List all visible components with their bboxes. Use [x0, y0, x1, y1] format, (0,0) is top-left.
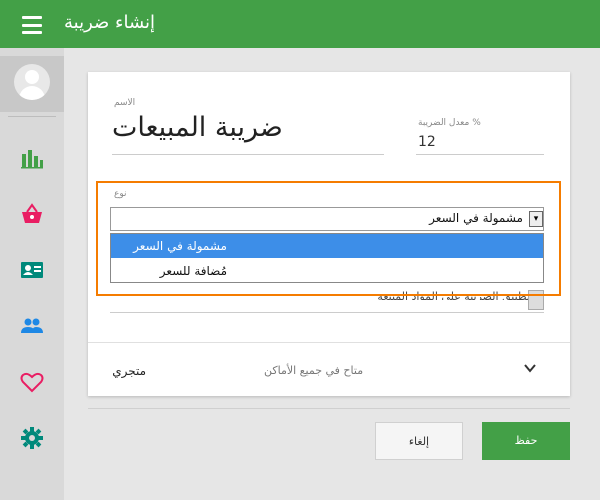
- save-button[interactable]: حفظ: [482, 422, 570, 460]
- basket-icon[interactable]: [20, 202, 44, 226]
- avatar-area[interactable]: [0, 56, 64, 112]
- type-label: نوع: [114, 189, 127, 199]
- menu-icon[interactable]: [18, 14, 46, 36]
- store-row[interactable]: متجري متاح في جميع الأماكن: [88, 343, 570, 396]
- bar-chart-icon[interactable]: [20, 146, 44, 170]
- chevron-down-icon[interactable]: ▾: [529, 211, 543, 227]
- sidebar-divider: [8, 116, 56, 117]
- people-icon[interactable]: [20, 314, 44, 338]
- option-included-in-price[interactable]: مشمولة في السعر: [111, 234, 543, 258]
- store-name: متجري: [112, 364, 146, 378]
- type-select[interactable]: مشمولة في السعر ▾: [110, 207, 544, 231]
- store-availability: متاح في جميع الأماكن: [264, 364, 364, 377]
- sidebar: [0, 48, 64, 500]
- avatar: [14, 64, 50, 100]
- footer-divider: [88, 408, 570, 409]
- name-label: الاسم: [114, 98, 136, 108]
- name-underline: [112, 154, 384, 155]
- chevron-down-icon[interactable]: [522, 360, 538, 376]
- id-card-icon[interactable]: [20, 258, 44, 282]
- heart-icon[interactable]: [20, 370, 44, 394]
- rate-underline: [416, 154, 544, 155]
- cancel-button[interactable]: إلغاء: [375, 422, 463, 460]
- app-bar: إنشاء ضريبة: [0, 0, 600, 48]
- option-added-to-price[interactable]: مُضافة للسعر: [111, 259, 543, 283]
- apply-underline: [110, 312, 544, 313]
- page-title: إنشاء ضريبة: [64, 12, 156, 33]
- name-input[interactable]: ضريبة المبيعات: [112, 112, 283, 143]
- gear-icon[interactable]: [20, 426, 44, 450]
- type-select-value: مشمولة في السعر: [429, 211, 523, 225]
- rate-input[interactable]: 12: [418, 134, 436, 150]
- rate-label: % معدل الضريبة: [418, 118, 481, 128]
- type-dropdown-list: مشمولة في السعر مُضافة للسعر: [110, 233, 544, 283]
